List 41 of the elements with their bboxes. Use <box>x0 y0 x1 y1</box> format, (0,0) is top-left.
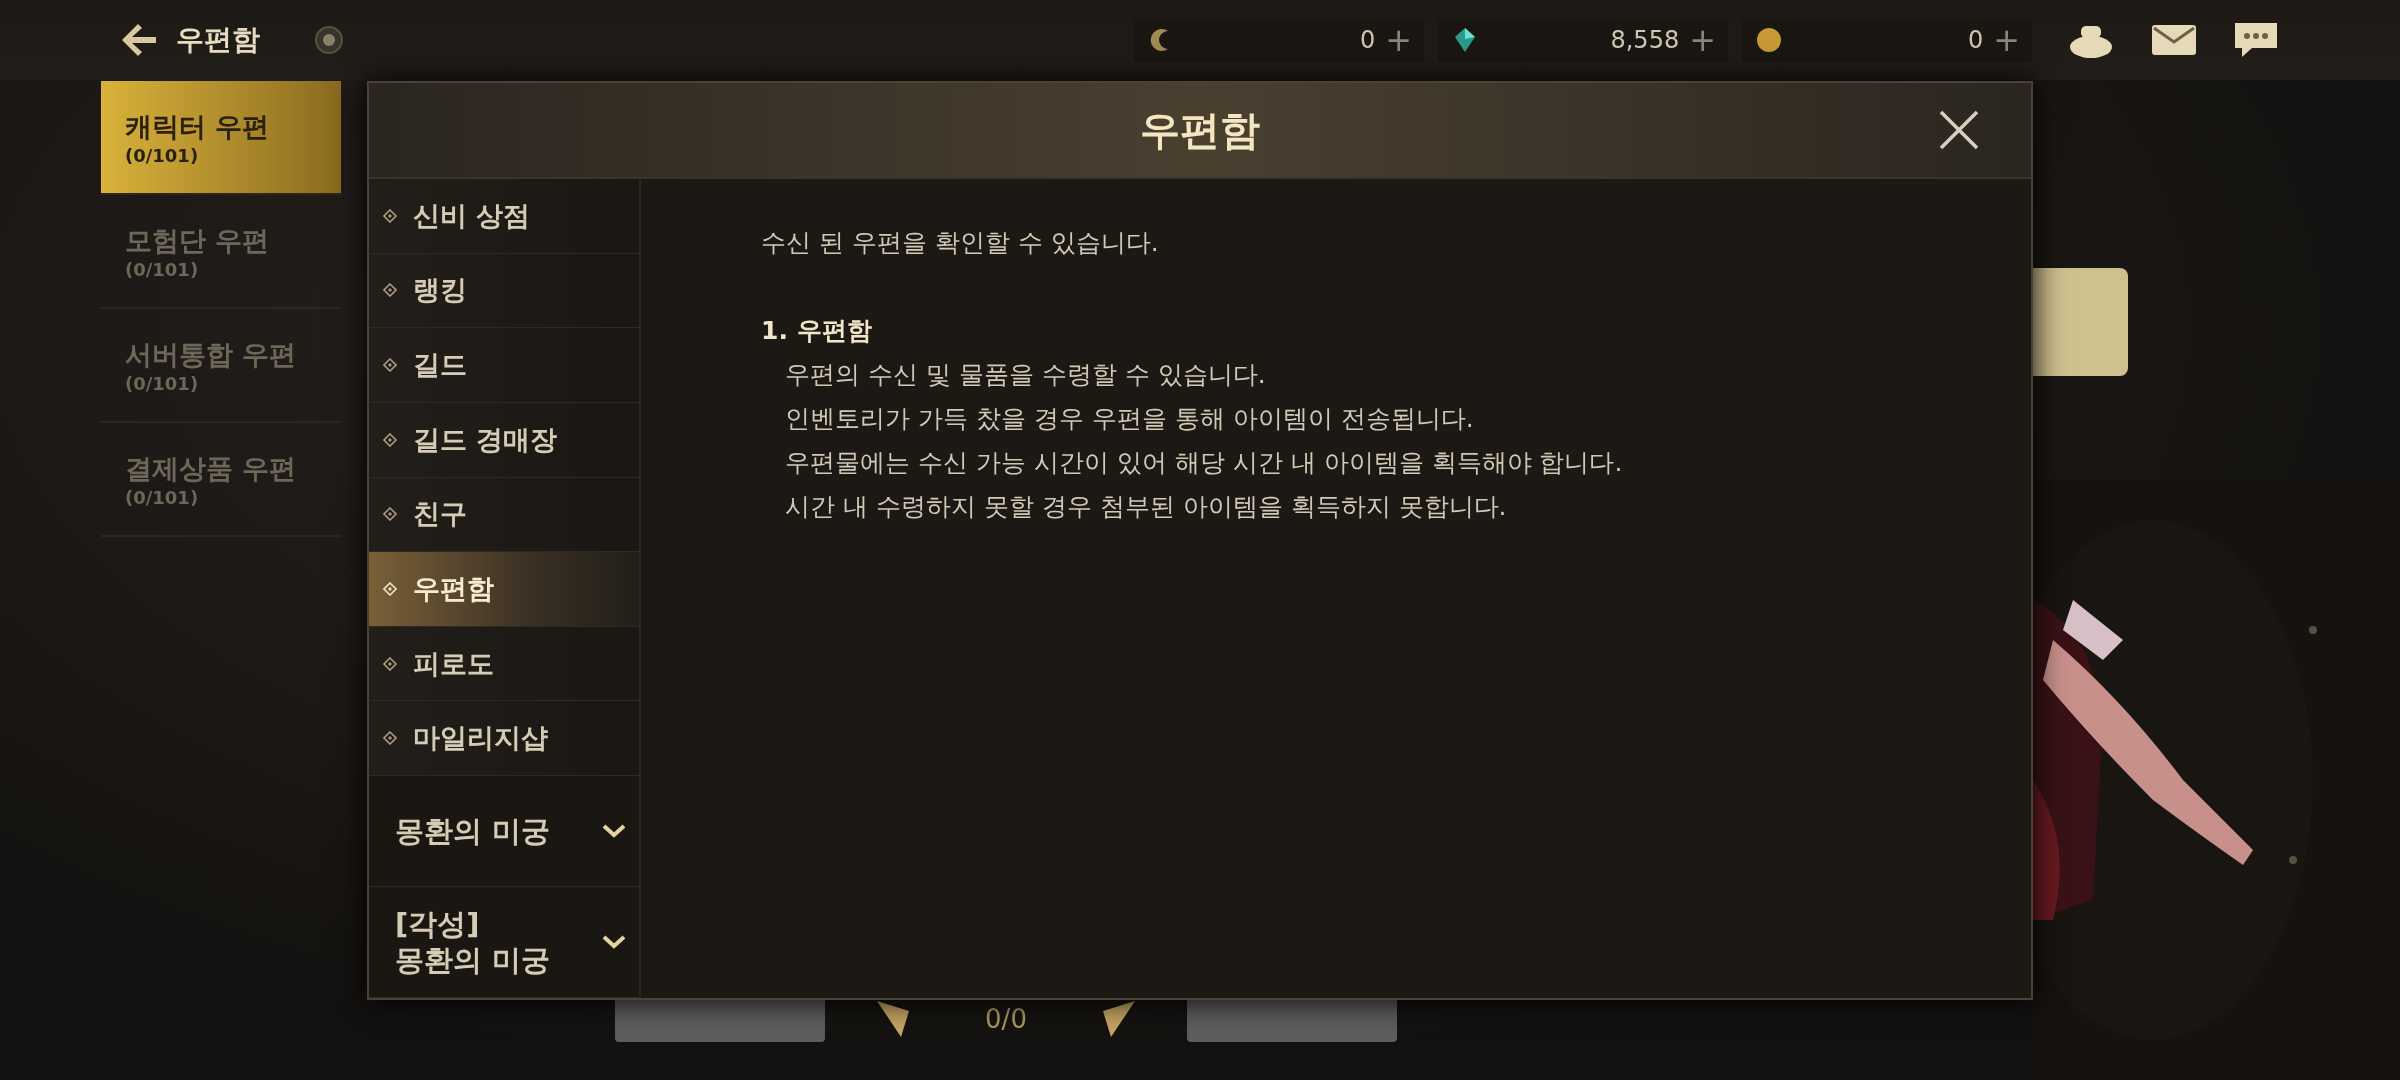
page-title: 우편함 <box>176 22 260 58</box>
chevron-icon <box>601 823 627 839</box>
diamond-icon <box>383 208 397 223</box>
add-button[interactable]: + <box>1385 24 1412 56</box>
menu-item[interactable]: 길드 <box>369 328 639 403</box>
intro-text: 수신 된 우편을 확인할 수 있습니다. <box>761 227 1160 259</box>
diamond-icon <box>383 581 397 596</box>
add-button[interactable]: + <box>1689 24 1716 56</box>
section-heading: 1. 우편함 <box>761 315 873 347</box>
diamond-icon <box>383 432 397 447</box>
body-text: 우편의 수신 및 물품을 수령할 수 있습니다. <box>784 359 1267 391</box>
chevron-icon <box>601 934 627 950</box>
help-icon[interactable] <box>314 25 344 55</box>
menu-item[interactable]: 우편함 <box>369 552 639 627</box>
dialog-title: 우편함 <box>1140 105 1260 155</box>
page-counter: 0/0 <box>984 1004 1028 1034</box>
mail-icon[interactable] <box>2150 22 2198 58</box>
diamond-icon <box>383 283 397 298</box>
menu-item[interactable]: 랭킹 <box>369 253 639 329</box>
close-icon[interactable] <box>1937 108 1981 152</box>
menu-item[interactable]: 친구 <box>369 477 639 553</box>
diamond-icon <box>383 358 397 373</box>
coin-icon <box>1754 25 1784 55</box>
menu-item[interactable]: 길드 경매장 <box>369 402 639 478</box>
mailbox-tab[interactable]: 캐릭터 우편 (0/101) <box>101 81 341 195</box>
body-text: 인벤토리가 가득 찼을 경우 우편을 통해 아이템이 전송됩니다. <box>784 403 1475 435</box>
currency-amount: 8,558 <box>1609 26 1680 54</box>
menu-item[interactable]: 피로도 <box>369 626 639 702</box>
diamond-icon <box>383 507 397 522</box>
body-text: 우편물에는 수신 가능 시간이 있어 해당 시간 내 아이템을 획득해야 합니다. <box>784 447 1624 479</box>
currency-amount: 0 <box>1966 26 1984 54</box>
body-text: 시간 내 수령하지 못할 경우 첨부된 아이템을 획득하지 못합니다. <box>784 491 1508 523</box>
add-button[interactable]: + <box>1993 24 2020 56</box>
menu-group[interactable]: 몽환의 미궁 <box>369 776 639 887</box>
menu-item[interactable]: 신비 상점 <box>369 179 639 254</box>
diamond-icon <box>383 656 397 671</box>
menu-item[interactable]: 마일리지샵 <box>369 701 639 776</box>
menu-group[interactable]: [각성] 몽환의 미궁 <box>369 887 639 998</box>
diamond-icon <box>383 731 397 746</box>
currency-amount: 0 <box>1358 26 1376 54</box>
chat-icon[interactable] <box>2232 20 2280 60</box>
